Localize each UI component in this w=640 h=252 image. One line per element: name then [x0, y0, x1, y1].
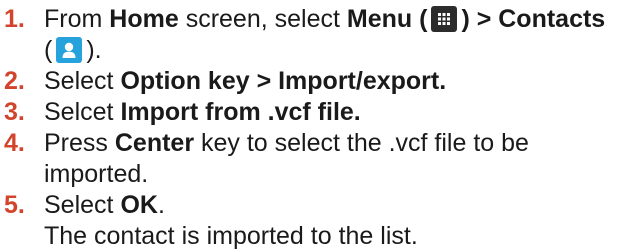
ok-label: OK [120, 191, 158, 219]
step-4: 4. Press Center key to select the .vcf f… [4, 128, 636, 190]
step-number: 5. [4, 191, 25, 219]
step-number: 1. [4, 5, 25, 33]
instruction-steps: 1. From Home screen, select Menu ( ) > C… [4, 4, 636, 252]
step-text: Selcet Import from .vcf file. [44, 98, 361, 126]
import-vcf-label: Import from .vcf file. [120, 98, 361, 126]
menu-grid-icon [431, 6, 458, 32]
step-number: 2. [4, 67, 25, 95]
contacts-person-icon [56, 37, 83, 63]
step-1: 1. From Home screen, select Menu ( ) > C… [4, 4, 636, 66]
step-number: 4. [4, 129, 25, 157]
menu-label: Menu ( [346, 5, 428, 33]
step-note: The contact is imported to the list. [44, 222, 418, 250]
contacts-label: ) > Contacts [461, 5, 606, 33]
option-key-label: Option key > Import/export. [120, 67, 447, 95]
step-text: Select OK. [44, 191, 165, 219]
home-label: Home [109, 5, 179, 33]
center-key-label: Center [114, 129, 195, 157]
step-5: 5. Select OK. The contact is imported to… [4, 190, 636, 252]
step-text: From Home screen, select Menu ( ) > Cont… [44, 5, 606, 64]
step-number: 3. [4, 98, 25, 126]
step-text: Press Center key to select the .vcf file… [44, 129, 529, 188]
step-text: Select Option key > Import/export. [44, 67, 447, 95]
step-3: 3. Selcet Import from .vcf file. [4, 97, 636, 128]
step-2: 2. Select Option key > Import/export. [4, 66, 636, 97]
